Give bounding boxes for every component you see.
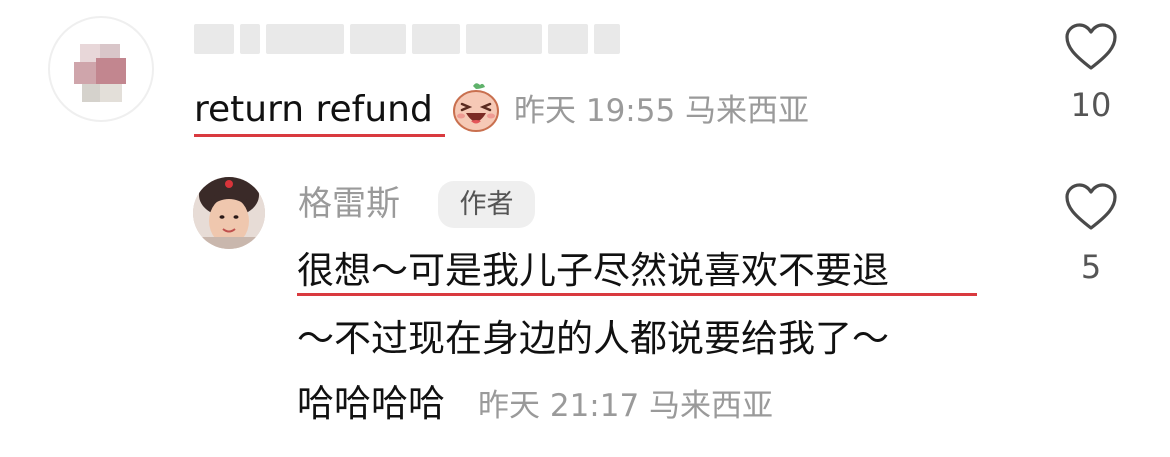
reply-like-count: 5 (1080, 248, 1102, 286)
comment-like-count: 10 (1070, 86, 1112, 124)
author-tag: 作者 (438, 181, 535, 228)
commenter-name-blurred[interactable] (194, 20, 626, 58)
reply-username[interactable]: 格雷斯 (298, 178, 400, 230)
reply-meta: 昨天 21:17 马来西亚 (478, 388, 774, 424)
reply-text-line-1: 很想～可是我儿子尽然说喜欢不要退 (297, 249, 889, 292)
comment-text: return refund (194, 89, 433, 130)
reply-text-underline (297, 293, 977, 296)
comment-meta: 昨天 19:55 马来西亚 (514, 93, 810, 129)
commenter-avatar[interactable] (48, 16, 154, 122)
heart-icon[interactable] (1064, 182, 1118, 232)
reply-author-avatar[interactable] (193, 177, 265, 249)
heart-icon[interactable] (1064, 22, 1118, 72)
reply-text-line-3: 哈哈哈哈 (297, 382, 445, 425)
laughing-egg-icon (453, 83, 499, 132)
comment-text-underline (194, 134, 445, 137)
reply-text-line-2: ～不过现在身边的人都说要给我了～ (297, 317, 889, 360)
